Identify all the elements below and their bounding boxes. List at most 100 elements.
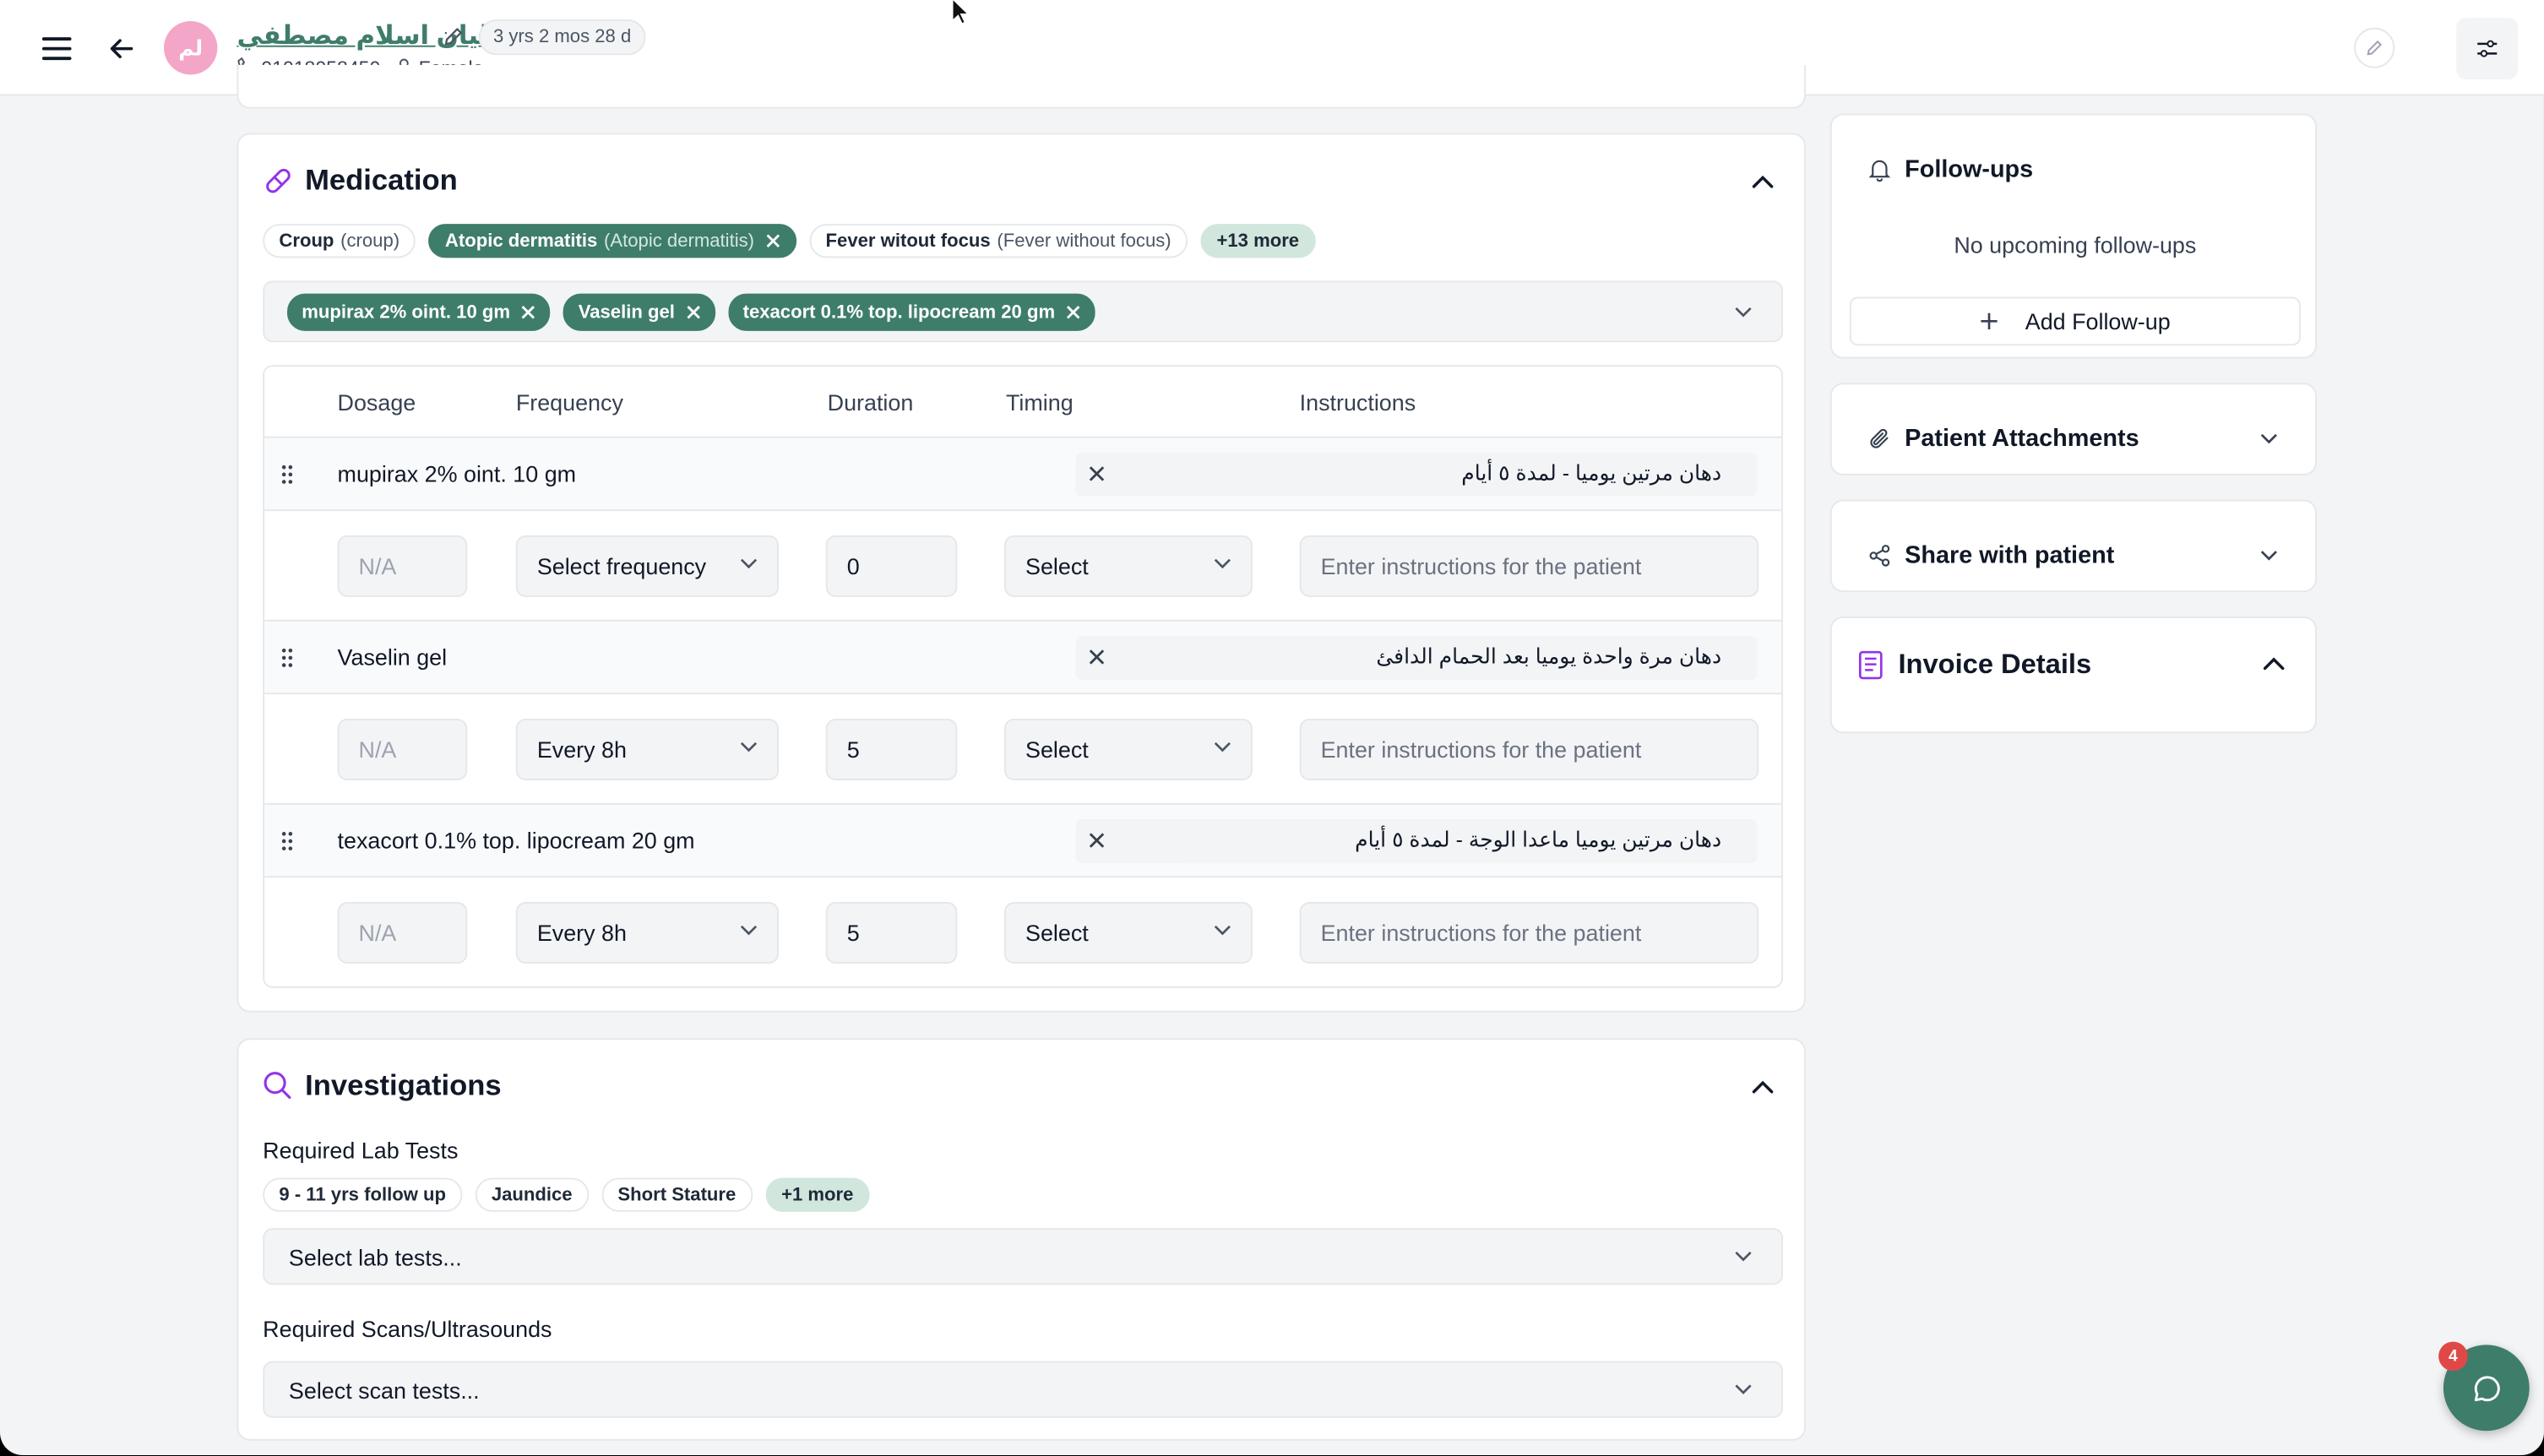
selected-drug-tag: Vaselin gel	[563, 293, 715, 331]
remove-x-icon[interactable]	[765, 234, 780, 248]
drug-note-text: دهان مرة واحدة يوميا بعد الحمام الدافئ	[1376, 644, 1722, 669]
frequency-value: Every 8h	[536, 920, 627, 946]
frequency-value: Select frequency	[536, 553, 707, 579]
collapse-chevron-icon[interactable]	[1744, 1069, 1780, 1105]
drag-handle-icon[interactable]	[280, 831, 293, 852]
filter-settings-icon[interactable]	[2456, 18, 2519, 80]
scan-tests-placeholder: Select scan tests...	[288, 1377, 480, 1404]
paperclip-icon	[1867, 426, 1892, 451]
drag-handle-icon[interactable]	[280, 464, 293, 485]
drug-row: Vaselin gel دهان مرة واحدة يوميا بعد الح…	[264, 619, 1782, 695]
chevron-down-icon	[740, 925, 758, 936]
dosage-input[interactable]: N/A	[337, 902, 468, 964]
frequency-select[interactable]: Select frequency	[515, 535, 780, 597]
timing-select[interactable]: Select	[1004, 535, 1253, 597]
age-badge: 3 yrs 2 mos 28 d	[478, 19, 646, 56]
scan-tests-select[interactable]: Select scan tests...	[263, 1361, 1784, 1418]
lab-test-chip[interactable]: 9 - 11 yrs follow up	[263, 1177, 463, 1212]
menu-icon[interactable]	[35, 30, 78, 68]
collapse-chevron-icon[interactable]	[1744, 164, 1780, 199]
column-header: Frequency	[515, 389, 623, 416]
lab-chips: 9 - 11 yrs follow up Jaundice Short Stat…	[263, 1177, 883, 1212]
followups-card: Follow-ups No upcoming follow-ups Add Fo…	[1829, 113, 2318, 359]
chat-bubble-icon	[2473, 1375, 2499, 1401]
duration-input[interactable]: 0	[825, 535, 958, 597]
dosage-input[interactable]: N/A	[337, 535, 468, 597]
plus-icon	[1980, 312, 1999, 331]
lab-tests-label: Required Lab Tests	[263, 1137, 459, 1164]
followups-title: Follow-ups	[1905, 155, 2034, 184]
clear-x-icon[interactable]	[1089, 832, 1105, 848]
bell-icon	[1867, 157, 1892, 182]
instructions-input[interactable]: Enter instructions for the patient	[1299, 902, 1759, 964]
drug-note-field[interactable]: دهان مرة واحدة يوميا بعد الحمام الدافئ	[1075, 635, 1758, 680]
drag-handle-icon[interactable]	[280, 647, 293, 668]
previous-section-card	[236, 64, 1806, 109]
medication-title: Medication	[305, 164, 458, 197]
document-icon	[1857, 650, 1884, 680]
chevron-down-icon[interactable]	[2260, 550, 2278, 561]
back-arrow-icon[interactable]	[104, 30, 139, 66]
chevron-up-icon[interactable]	[2263, 657, 2285, 671]
drug-row: texacort 0.1% top. lipocream 20 gm دهان …	[264, 802, 1782, 878]
drug-name: Vaselin gel	[337, 644, 448, 671]
lab-test-chip[interactable]: Short Stature	[601, 1177, 753, 1212]
remove-x-icon[interactable]	[1067, 305, 1081, 319]
more-lab-chip[interactable]: +1 more	[764, 1177, 870, 1212]
add-followup-label: Add Follow-up	[2025, 307, 2171, 334]
more-diagnoses-chip[interactable]: +13 more	[1200, 224, 1316, 258]
frequency-select[interactable]: Every 8h	[515, 718, 780, 780]
duration-input[interactable]: 5	[825, 902, 958, 964]
share-card[interactable]: Share with patient	[1829, 499, 2318, 593]
frequency-select[interactable]: Every 8h	[515, 902, 780, 964]
edit-round-icon[interactable]	[2354, 27, 2395, 68]
selected-drug-tag: mupirax 2% oint. 10 gm	[286, 293, 552, 331]
timing-select[interactable]: Select	[1004, 902, 1253, 964]
edit-pencil-icon[interactable]	[440, 23, 466, 49]
drug-row: mupirax 2% oint. 10 gm دهان مرتين يوميا …	[264, 436, 1782, 512]
chevron-down-icon	[1214, 925, 1231, 936]
clear-x-icon[interactable]	[1089, 465, 1105, 481]
drug-note-text: دهان مرتين يوميا - لمدة ٥ أيام	[1461, 460, 1722, 486]
diagnosis-chip-selected[interactable]: Atopic dermatitis (Atopic dermatitis)	[428, 224, 796, 258]
avatar: لم	[164, 20, 218, 75]
remove-x-icon[interactable]	[686, 305, 700, 319]
drug-note-text: دهان مرتين يوميا ماعدا الوجة - لمدة ٥ أي…	[1355, 827, 1722, 852]
timing-value: Select	[1025, 920, 1089, 946]
instructions-input[interactable]: Enter instructions for the patient	[1299, 718, 1759, 780]
column-header: Dosage	[337, 389, 416, 416]
scans-label: Required Scans/Ultrasounds	[263, 1315, 552, 1342]
duration-input[interactable]: 5	[825, 718, 958, 780]
column-header: Duration	[827, 389, 914, 416]
diagnosis-chips: Croup (croup) Atopic dermatitis (Atopic de…	[263, 224, 1328, 258]
lab-tests-select[interactable]: Select lab tests...	[263, 1228, 1784, 1285]
pill-icon	[263, 166, 293, 196]
share-icon	[1867, 544, 1892, 568]
lab-tests-placeholder: Select lab tests...	[288, 1244, 462, 1271]
drug-note-field[interactable]: دهان مرتين يوميا ماعدا الوجة - لمدة ٥ أي…	[1075, 819, 1758, 863]
timing-select[interactable]: Select	[1004, 718, 1253, 780]
attachments-card[interactable]: Patient Attachments	[1829, 383, 2318, 475]
notification-badge: 4	[2438, 1341, 2468, 1372]
dosage-input[interactable]: N/A	[337, 718, 468, 780]
search-icon	[263, 1071, 292, 1100]
diagnosis-chip[interactable]: Fever witout focus (Fever without focus)	[809, 224, 1188, 258]
attachments-title: Patient Attachments	[1905, 425, 2139, 453]
invoice-card[interactable]: Invoice Details	[1829, 616, 2318, 734]
remove-x-icon[interactable]	[521, 305, 535, 319]
diagnosis-chip[interactable]: Croup (croup)	[263, 224, 416, 258]
chevron-down-icon	[1734, 1251, 1752, 1262]
drug-multiselect[interactable]: mupirax 2% oint. 10 gm Vaselin gel texac…	[263, 280, 1784, 343]
invoice-title: Invoice Details	[1898, 649, 2092, 680]
medication-card: Medication Croup (croup) Atopic dermatiti…	[236, 133, 1806, 1013]
drug-note-field[interactable]: دهان مرتين يوميا - لمدة ٥ أيام	[1075, 452, 1758, 497]
share-title: Share with patient	[1905, 541, 2115, 570]
chevron-down-icon[interactable]	[2260, 433, 2278, 444]
clear-x-icon[interactable]	[1089, 649, 1105, 665]
investigations-title: Investigations	[305, 1068, 502, 1102]
lab-test-chip[interactable]: Jaundice	[475, 1177, 589, 1212]
timing-value: Select	[1025, 736, 1089, 763]
column-header: Instructions	[1299, 389, 1416, 416]
add-followup-button[interactable]: Add Follow-up	[1849, 296, 2301, 346]
instructions-input[interactable]: Enter instructions for the patient	[1299, 535, 1759, 597]
